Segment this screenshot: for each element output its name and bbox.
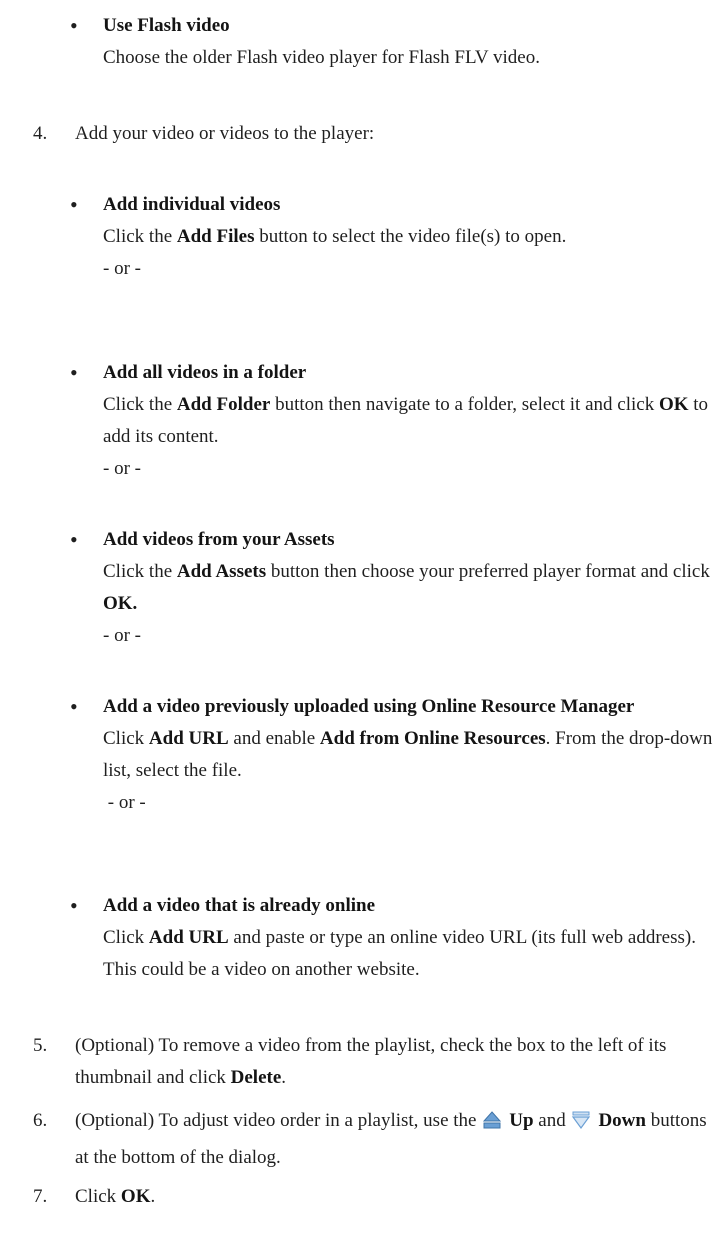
bullet-description: Click the Add Assets button then choose … [103, 561, 710, 614]
document: • Use Flash video Choose the older Flash… [0, 0, 728, 1253]
bullet-description: Click the Add Folder button then navigat… [103, 394, 709, 447]
step-text: Add your video or videos to the player: [75, 123, 375, 144]
down-arrow-icon [570, 1109, 592, 1142]
bullet-already-online: • Add a video that is already online Cli… [70, 890, 723, 986]
step-number: 5. [33, 1035, 48, 1056]
up-arrow-icon [481, 1109, 503, 1142]
bullet-online-resource-manager: • Add a video previously uploaded using … [70, 691, 723, 819]
step-number: 6. [33, 1110, 48, 1131]
bullet-description: Click Add URL and enable Add from Online… [103, 728, 713, 781]
bullet-title: Use Flash video [103, 15, 230, 36]
or-separator: - or - [103, 258, 141, 279]
step-6: 6. (Optional) To adjust video order in a… [33, 1105, 723, 1174]
bullet-description: Click Add URL and paste or type an onlin… [103, 927, 696, 980]
bullet-title: Add a video that is already online [103, 895, 376, 916]
or-separator: - or - [103, 792, 146, 813]
step-number: 7. [33, 1186, 48, 1207]
step-5: 5. (Optional) To remove a video from the… [33, 1030, 723, 1094]
or-separator: - or - [103, 625, 141, 646]
bullet-dot: • [70, 192, 78, 217]
step-number: 4. [33, 123, 48, 144]
bullet-description: Click the Add Files button to select the… [103, 226, 567, 247]
step-text: (Optional) To adjust video order in a pl… [75, 1109, 707, 1168]
step-text: Click OK. [75, 1186, 156, 1207]
bullet-title: Add a video previously uploaded using On… [103, 696, 635, 717]
bullet-add-individual-videos: • Add individual videos Click the Add Fi… [70, 189, 723, 285]
bullet-add-folder: • Add all videos in a folder Click the A… [70, 357, 723, 485]
step-4: 4. Add your video or videos to the playe… [33, 118, 723, 150]
bullet-dot: • [70, 694, 78, 719]
step-text: (Optional) To remove a video from the pl… [75, 1035, 667, 1088]
bullet-title: Add individual videos [103, 194, 281, 215]
bullet-dot: • [70, 893, 78, 918]
step-7: 7. Click OK. [33, 1181, 723, 1213]
bullet-use-flash-video: • Use Flash video Choose the older Flash… [70, 10, 723, 74]
bullet-add-assets: • Add videos from your Assets Click the … [70, 524, 723, 652]
bullet-dot: • [70, 360, 78, 385]
bullet-dot: • [70, 13, 78, 38]
or-separator: - or - [103, 458, 141, 479]
bullet-title: Add all videos in a folder [103, 362, 307, 383]
bullet-dot: • [70, 527, 78, 552]
bullet-title: Add videos from your Assets [103, 529, 335, 550]
bullet-description: Choose the older Flash video player for … [103, 47, 540, 68]
